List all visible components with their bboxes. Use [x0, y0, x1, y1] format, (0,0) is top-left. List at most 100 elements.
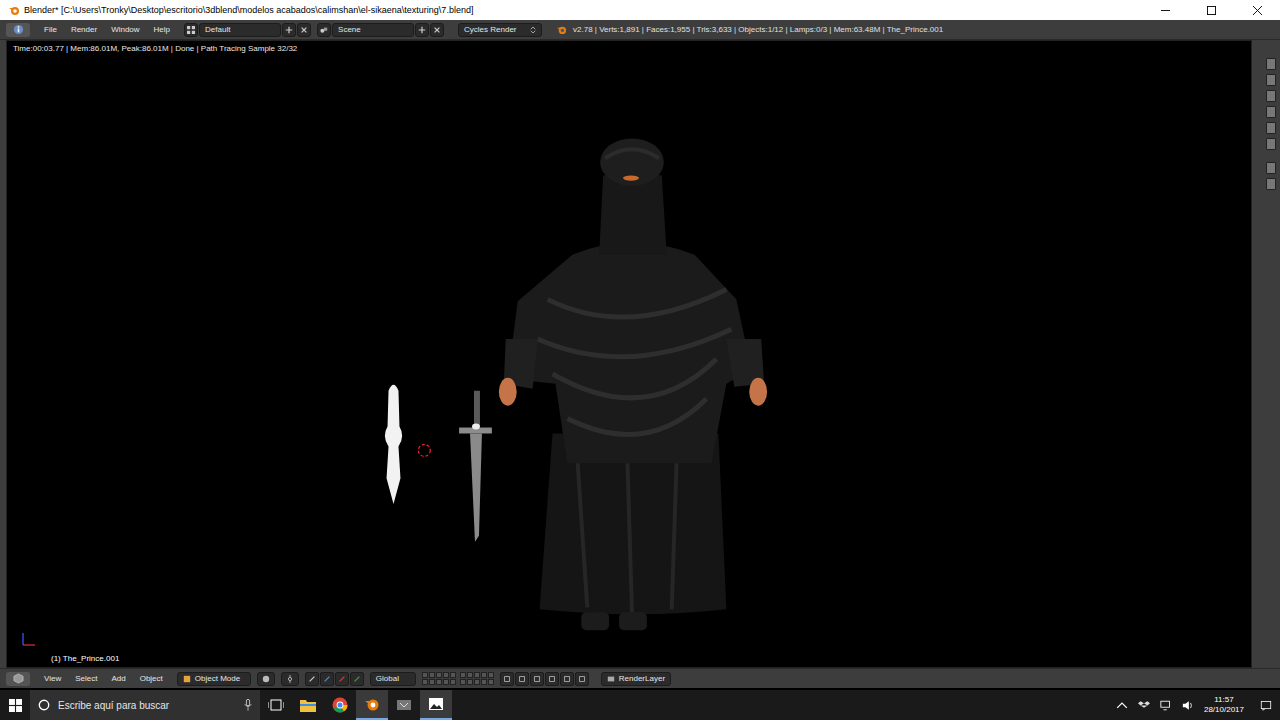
manipulator-button[interactable]: [350, 672, 364, 686]
layer-toggle[interactable]: [488, 672, 494, 678]
layer-toggle[interactable]: [443, 672, 449, 678]
layer-toggle[interactable]: [460, 679, 466, 685]
clock[interactable]: 11:5728/10/2017: [1204, 695, 1244, 714]
layer-toggle[interactable]: [436, 672, 442, 678]
menu-item[interactable]: Window: [111, 25, 139, 34]
remove-scene-button[interactable]: [430, 23, 444, 37]
layer-toggle[interactable]: [443, 679, 449, 685]
layer-toggle[interactable]: [450, 679, 456, 685]
render-engine-dropdown[interactable]: Cycles Render: [458, 23, 542, 37]
region-toggle-icon[interactable]: [1266, 162, 1276, 174]
region-toggle-icon[interactable]: [1266, 122, 1276, 134]
viewport-tool-button[interactable]: [575, 672, 589, 686]
region-toggle-icon[interactable]: [1266, 74, 1276, 86]
layer-toggle[interactable]: [422, 672, 428, 678]
manipulator-button[interactable]: [305, 672, 319, 686]
minimize-button[interactable]: [1142, 0, 1188, 20]
layout-dropdown[interactable]: Default: [199, 23, 281, 37]
blender-logo-icon: [556, 24, 567, 35]
editor-type-button[interactable]: [6, 672, 30, 686]
menu-item[interactable]: Help: [154, 25, 170, 34]
title-bar: Blender* [C:\Users\Tronky\Desktop\escrit…: [0, 0, 1280, 20]
pivot-dropdown[interactable]: [281, 672, 299, 686]
search-box[interactable]: Escribe aquí para buscar: [30, 690, 260, 720]
layout-icon[interactable]: [184, 23, 198, 37]
info-icon: [13, 24, 24, 35]
windows-logo-icon: [9, 699, 22, 712]
scene-icon[interactable]: [317, 23, 331, 37]
grey-dagger: [459, 391, 492, 542]
taskbar-app[interactable]: [388, 690, 420, 720]
layer-toggle[interactable]: [460, 672, 466, 678]
taskbar-app[interactable]: [292, 690, 324, 720]
taskbar-app[interactable]: [420, 690, 452, 720]
layer-toggle[interactable]: [429, 672, 435, 678]
layer-toggle[interactable]: [429, 679, 435, 685]
menu-item[interactable]: Object: [140, 674, 163, 683]
show-hidden-icons-icon[interactable]: [1116, 700, 1128, 711]
manipulator-button[interactable]: [320, 672, 334, 686]
microphone-icon[interactable]: [244, 699, 252, 711]
tool-icon: [563, 675, 571, 683]
plus-icon: [285, 26, 293, 34]
region-toggle-icon[interactable]: [1266, 138, 1276, 150]
editor-type-button[interactable]: [6, 23, 30, 37]
taskbar-app[interactable]: [356, 690, 388, 720]
maximize-button[interactable]: [1188, 0, 1234, 20]
mode-dropdown[interactable]: Object Mode: [177, 672, 251, 686]
viewport-tool-button[interactable]: [500, 672, 514, 686]
tool-icon: [548, 675, 556, 683]
viewport-tool-button[interactable]: [560, 672, 574, 686]
start-button[interactable]: [0, 690, 30, 720]
menu-item[interactable]: File: [44, 25, 57, 34]
taskbar-app[interactable]: [324, 690, 356, 720]
render-layer-button[interactable]: RenderLayer: [601, 672, 671, 686]
task-view-icon: [268, 697, 284, 713]
notifications-icon[interactable]: [1260, 700, 1272, 711]
layer-toggle[interactable]: [422, 679, 428, 685]
scene-dropdown[interactable]: Scene: [332, 23, 414, 37]
remove-layout-button[interactable]: [297, 23, 311, 37]
3d-viewport[interactable]: Time:00:03.77 | Mem:86.01M, Peak:86.01M …: [6, 40, 1252, 668]
orientation-dropdown[interactable]: Global: [370, 672, 416, 686]
layer-toggle[interactable]: [488, 679, 494, 685]
work-area: Time:00:03.77 | Mem:86.01M, Peak:86.01M …: [0, 40, 1280, 668]
minimize-icon: [1161, 6, 1170, 15]
layer-toggle[interactable]: [467, 679, 473, 685]
pivot-icon: [286, 675, 294, 683]
render-info: Time:00:03.77 | Mem:86.01M, Peak:86.01M …: [13, 44, 297, 53]
3d-cursor[interactable]: [418, 444, 430, 456]
layer-toggle[interactable]: [467, 672, 473, 678]
task-view-button[interactable]: [260, 690, 292, 720]
region-toggle-icon[interactable]: [1266, 90, 1276, 102]
viewport-tool-button[interactable]: [545, 672, 559, 686]
menu-item[interactable]: Render: [71, 25, 97, 34]
menu-item[interactable]: Add: [111, 674, 125, 683]
layer-toggle[interactable]: [450, 672, 456, 678]
manipulator-icon: [353, 675, 361, 683]
network-icon[interactable]: [1160, 700, 1172, 711]
add-layout-button[interactable]: [282, 23, 296, 37]
add-scene-button[interactable]: [415, 23, 429, 37]
layer-toggle[interactable]: [474, 672, 480, 678]
viewport-tool-button[interactable]: [515, 672, 529, 686]
region-toggle-icon[interactable]: [1266, 178, 1276, 190]
manipulator-button[interactable]: [335, 672, 349, 686]
region-toggle-icon[interactable]: [1266, 58, 1276, 70]
dropbox-icon[interactable]: [1138, 700, 1150, 711]
blender-logo-icon: [8, 4, 20, 16]
menu-item[interactable]: View: [44, 674, 61, 683]
layer-toggle[interactable]: [481, 672, 487, 678]
close-button[interactable]: [1234, 0, 1280, 20]
menu-item[interactable]: Select: [75, 674, 97, 683]
tool-icon: [503, 675, 511, 683]
chrome-icon: [332, 697, 348, 713]
layer-toggle[interactable]: [481, 679, 487, 685]
shading-dropdown[interactable]: [257, 672, 275, 686]
volume-icon[interactable]: [1182, 700, 1194, 711]
layer-toggle[interactable]: [474, 679, 480, 685]
region-toggle-icon[interactable]: [1266, 106, 1276, 118]
viewport-tool-button[interactable]: [530, 672, 544, 686]
taskbar: Escribe aquí para buscar 11:5728/10/2017: [0, 690, 1280, 720]
layer-toggle[interactable]: [436, 679, 442, 685]
